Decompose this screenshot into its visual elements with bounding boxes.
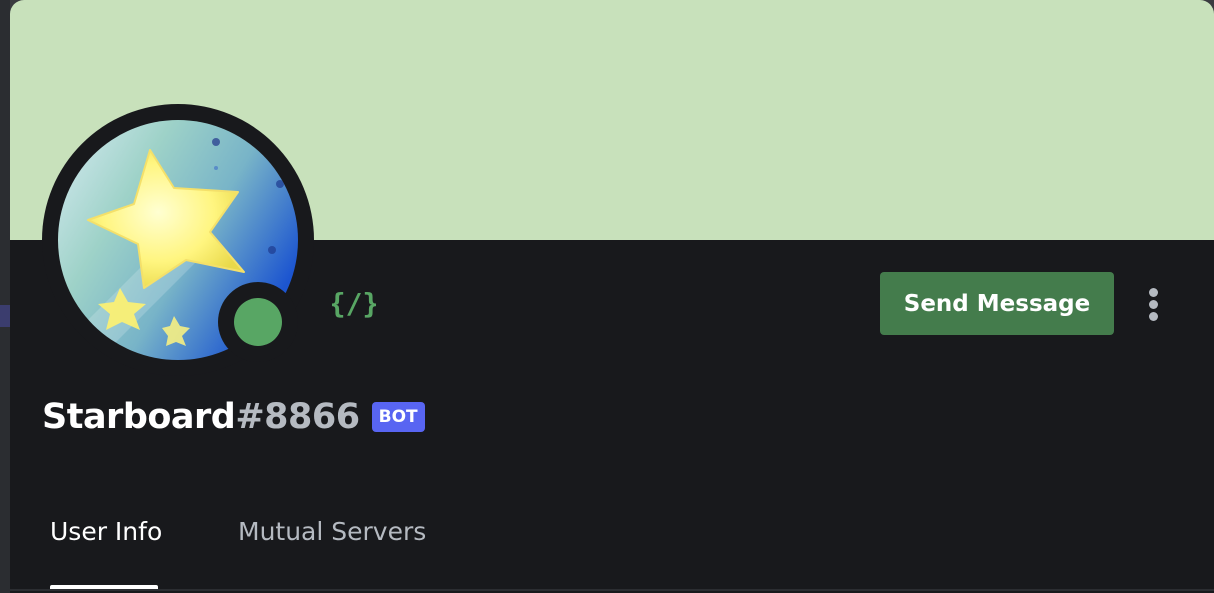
avatar-frame bbox=[42, 104, 314, 376]
more-dot bbox=[1149, 288, 1158, 297]
more-dot bbox=[1149, 300, 1158, 309]
tab-user-info[interactable]: User Info bbox=[50, 512, 162, 556]
svg-text:{/}: {/} bbox=[332, 287, 376, 320]
status-indicator bbox=[218, 282, 298, 362]
background-selection-marker bbox=[0, 305, 10, 327]
username-row: Starboard #8866 BOT bbox=[42, 392, 425, 442]
tab-mutual-servers[interactable]: Mutual Servers bbox=[238, 512, 428, 556]
online-status-dot bbox=[234, 298, 282, 346]
background-window-edge bbox=[0, 0, 10, 593]
send-message-button[interactable]: Send Message bbox=[880, 272, 1114, 335]
more-vertical-icon[interactable] bbox=[1138, 284, 1170, 326]
username: Starboard bbox=[42, 397, 236, 437]
more-dot bbox=[1149, 312, 1158, 321]
slash-commands-icon[interactable]: {/} bbox=[332, 284, 376, 322]
bot-tag: BOT bbox=[371, 402, 425, 432]
tabs-divider bbox=[10, 589, 1214, 591]
user-profile-card: {/} Send Message Starboard #8866 BOT Use… bbox=[10, 0, 1214, 593]
discriminator: #8866 bbox=[235, 397, 360, 437]
